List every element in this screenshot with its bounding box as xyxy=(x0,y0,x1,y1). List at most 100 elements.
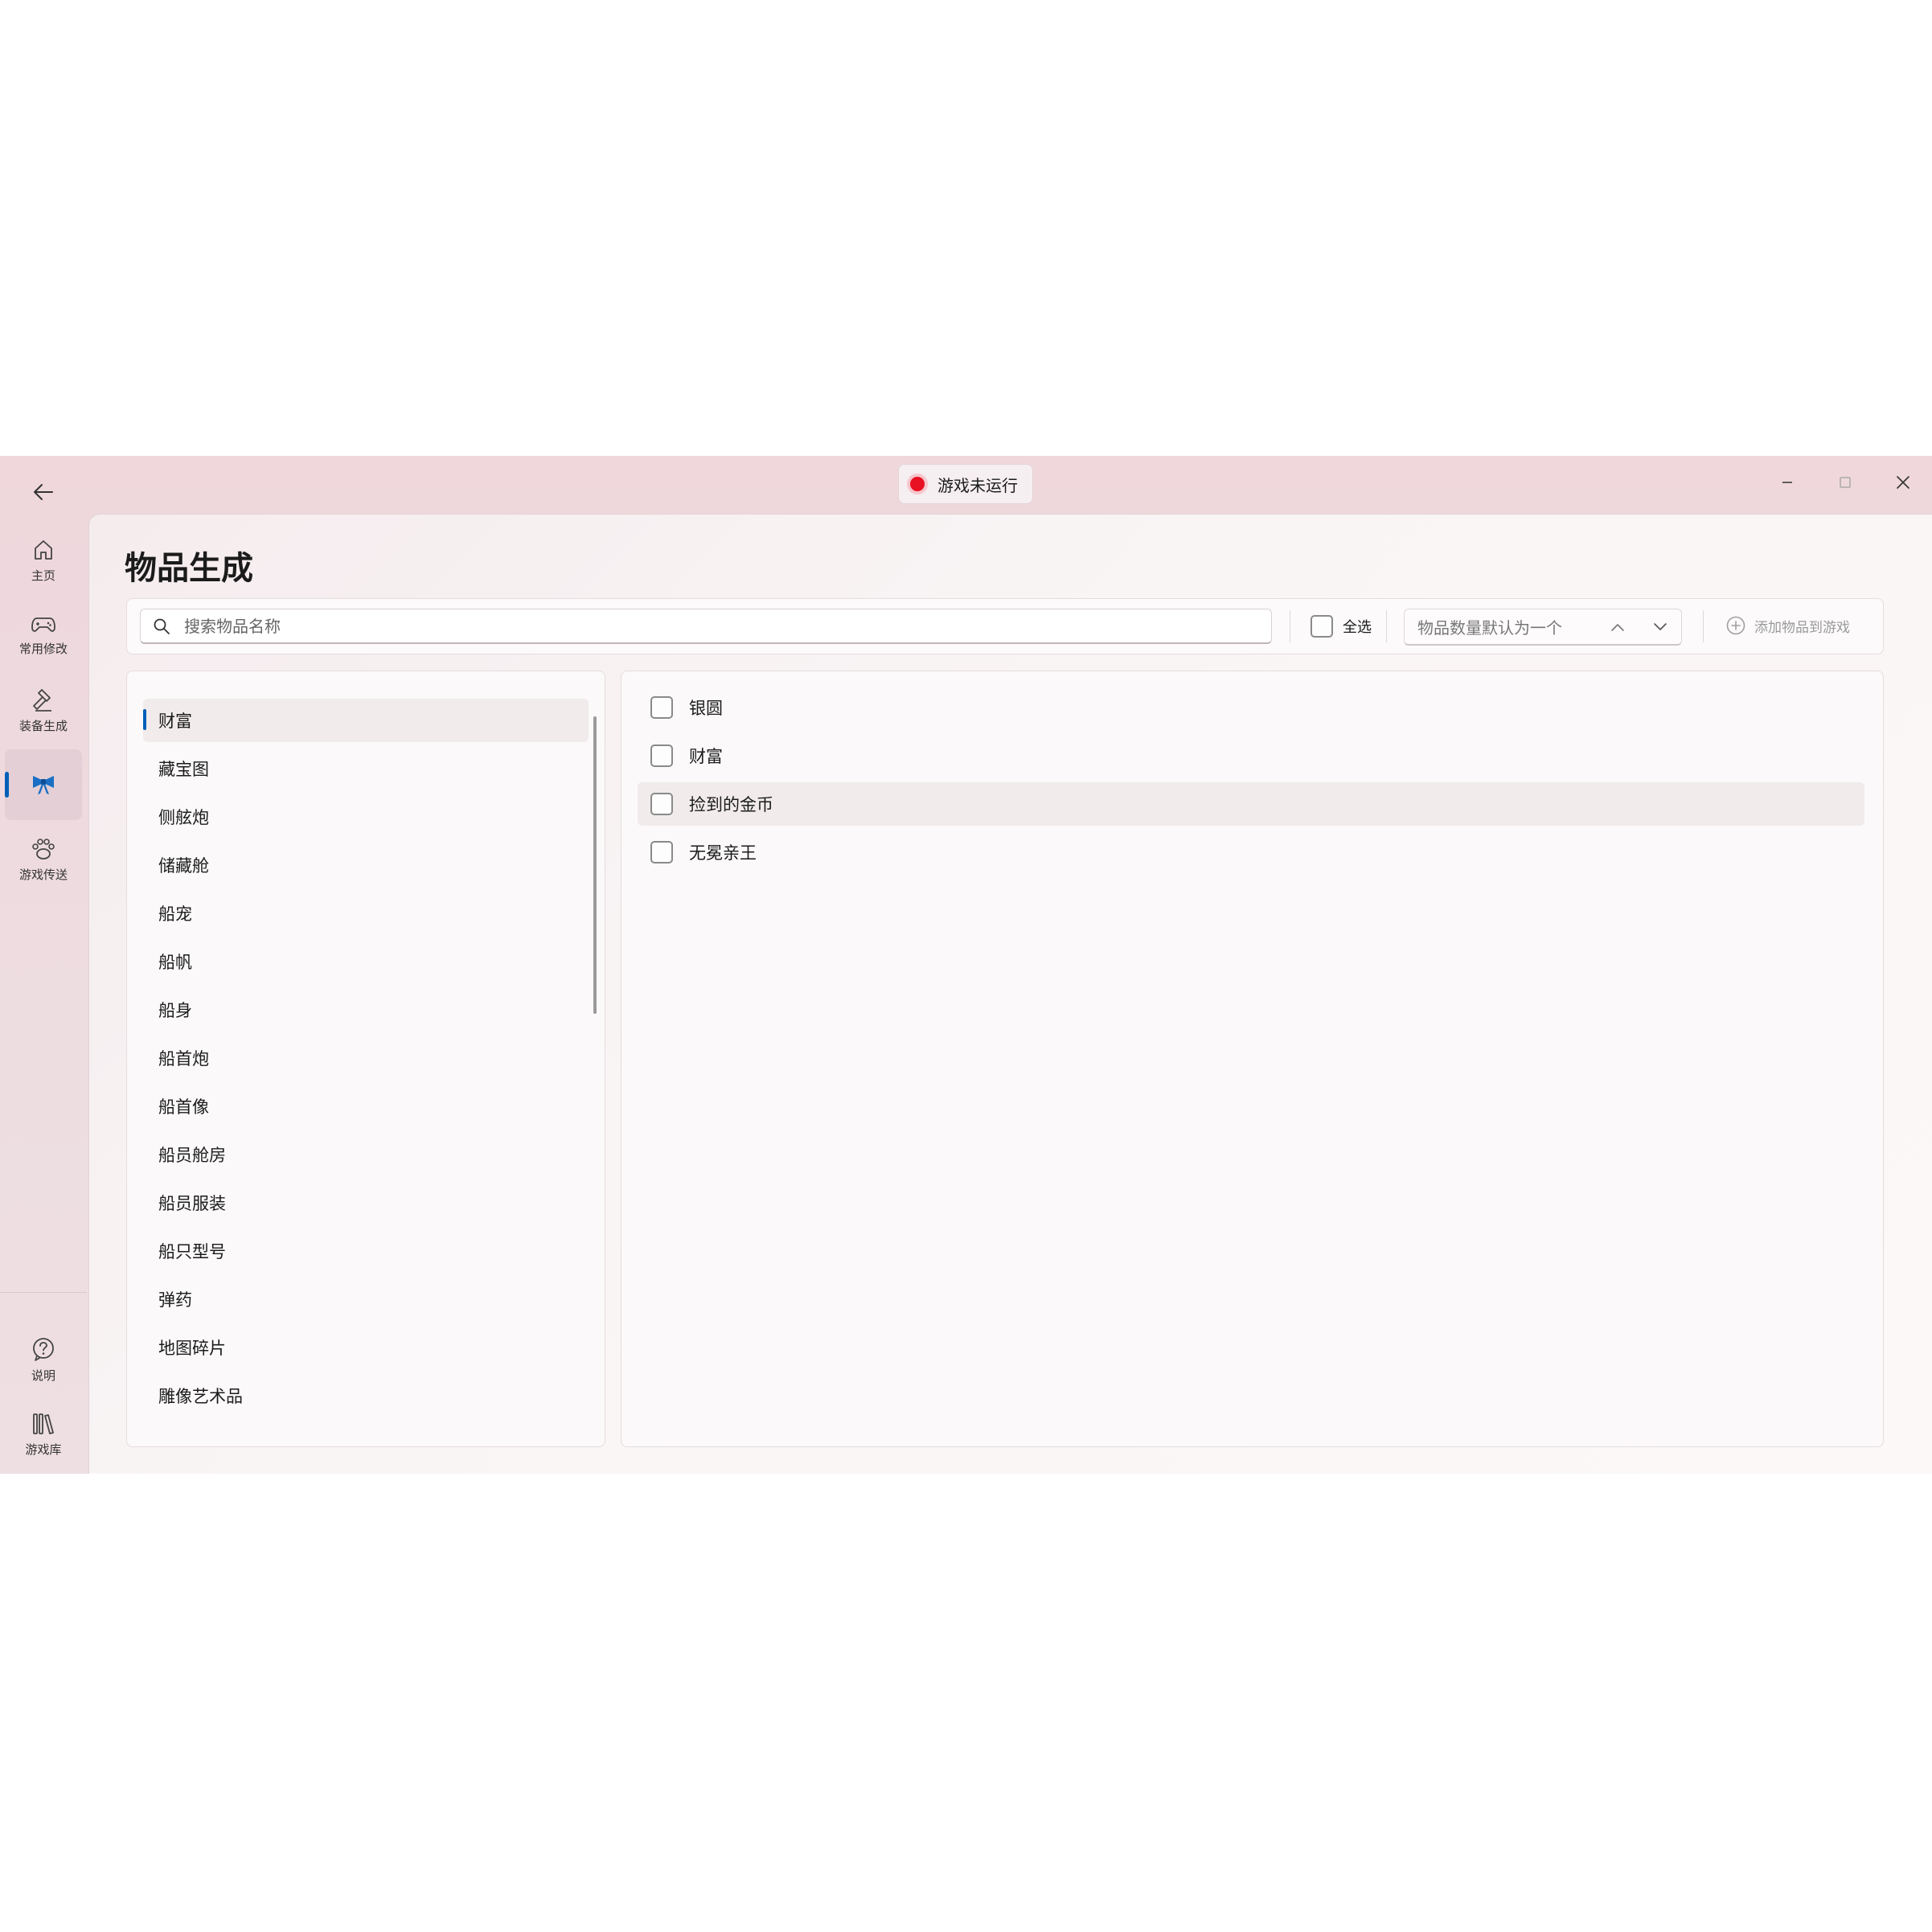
nav-label: 主页 xyxy=(31,568,55,583)
category-item[interactable]: 船首像 xyxy=(143,1085,589,1128)
category-label: 船员舱房 xyxy=(158,1146,226,1165)
add-circle-icon xyxy=(1726,616,1745,635)
title-bar: 游戏未运行 xyxy=(0,456,1932,514)
home-icon xyxy=(35,539,52,560)
game-status-text: 游戏未运行 xyxy=(937,475,1018,495)
nav-label: 装备生成 xyxy=(18,718,68,733)
chevron-up-icon xyxy=(1611,623,1625,631)
game-status-indicator: 游戏未运行 xyxy=(898,464,1033,504)
nav-item-teleport[interactable]: 游戏传送 xyxy=(5,824,82,895)
item-label: 捡到的金币 xyxy=(689,795,773,814)
nav-label: 常用修改 xyxy=(18,641,68,656)
item-row[interactable]: 银圆 xyxy=(638,686,1864,729)
active-indicator xyxy=(5,772,9,798)
category-item[interactable]: 藏宝图 xyxy=(143,747,589,790)
item-row[interactable]: 无冕亲王 xyxy=(638,831,1864,874)
category-item[interactable]: 船身 xyxy=(143,988,589,1032)
search-icon xyxy=(154,618,170,634)
sidebar-divider xyxy=(0,1292,87,1293)
nav-item-home[interactable]: 主页 xyxy=(5,525,82,596)
item-label: 财富 xyxy=(689,747,723,766)
category-item[interactable]: 侧舷炮 xyxy=(143,795,589,839)
item-row[interactable]: 捡到的金币 xyxy=(638,782,1864,826)
minimize-button[interactable] xyxy=(1758,462,1816,502)
item-checkbox[interactable] xyxy=(650,744,673,767)
nav-sidebar: 主页 常用修改 装备生成 游戏传送 说明 游戏库 xyxy=(0,514,87,1474)
add-to-game-button[interactable]: 添加物品到游戏 xyxy=(1725,615,1850,636)
maximize-button[interactable] xyxy=(1816,462,1874,502)
nav-label: 说明 xyxy=(31,1368,55,1383)
toolbar: 全选 物品数量默认为一个 xyxy=(126,598,1884,654)
close-button[interactable] xyxy=(1874,462,1932,502)
nav-item-library[interactable]: 游戏库 xyxy=(5,1399,82,1470)
nav-label: 游戏库 xyxy=(25,1442,62,1457)
toolbar-divider xyxy=(1703,610,1704,642)
app-window: 游戏未运行 主页 常用修改 装备生成 游戏传送 说明 游戏库 物品生成 搜索物品… xyxy=(0,456,1932,1474)
paw-icon xyxy=(32,838,55,859)
hammer-icon xyxy=(33,688,51,712)
category-item[interactable]: 弹药 xyxy=(143,1278,589,1321)
category-label: 财富 xyxy=(158,712,192,731)
category-label: 船帆 xyxy=(158,953,192,972)
category-label: 船身 xyxy=(158,1001,192,1020)
increment-button[interactable] xyxy=(1597,611,1639,643)
select-all-label: 全选 xyxy=(1343,619,1372,636)
category-label: 雕像艺术品 xyxy=(158,1387,243,1406)
category-item[interactable]: 储藏舱 xyxy=(143,843,589,887)
search-input[interactable] xyxy=(183,615,1231,637)
nav-label: 游戏传送 xyxy=(18,867,68,882)
category-item[interactable]: 地图碎片 xyxy=(143,1326,589,1369)
quantity-stepper[interactable]: 物品数量默认为一个 xyxy=(1404,609,1682,646)
category-item[interactable]: 财富 xyxy=(143,699,589,742)
status-dot-icon xyxy=(910,477,925,491)
category-label: 储藏舱 xyxy=(158,856,209,876)
quantity-placeholder: 物品数量默认为一个 xyxy=(1417,618,1562,638)
minimize-icon xyxy=(1782,482,1792,483)
add-to-game-label: 添加物品到游戏 xyxy=(1754,619,1850,636)
selected-indicator xyxy=(143,709,146,730)
maximize-icon xyxy=(1840,477,1851,488)
item-row[interactable]: 财富 xyxy=(638,734,1864,777)
library-icon xyxy=(33,1413,54,1434)
close-icon xyxy=(1897,476,1909,489)
nav-item-common-mods[interactable]: 常用修改 xyxy=(5,600,82,671)
item-checkbox[interactable] xyxy=(650,793,673,815)
item-list: 银圆 财富 捡到的金币 无冕亲王 xyxy=(621,671,1884,1447)
search-box[interactable] xyxy=(140,609,1272,644)
category-item[interactable]: 雕像艺术品 xyxy=(143,1374,589,1417)
category-label: 弹药 xyxy=(158,1290,192,1310)
chevron-down-icon xyxy=(1653,622,1667,630)
category-item[interactable]: 船首炮 xyxy=(143,1036,589,1080)
arrow-left-icon xyxy=(34,484,53,500)
category-scrollbar[interactable] xyxy=(593,716,597,1014)
item-label: 银圆 xyxy=(689,699,723,718)
category-label: 地图碎片 xyxy=(158,1339,226,1358)
category-list: 财富 藏宝图 侧舷炮 储藏舱 船宠 船帆 船身 船首炮 船首像 船员舱房 船员服… xyxy=(126,671,605,1447)
item-checkbox[interactable] xyxy=(650,841,673,863)
nav-item-item-gen[interactable] xyxy=(5,749,82,820)
gamepad-icon xyxy=(31,617,55,632)
category-item[interactable]: 船员服装 xyxy=(143,1181,589,1224)
back-button[interactable] xyxy=(19,472,68,512)
category-item[interactable]: 船只型号 xyxy=(143,1229,589,1273)
category-label: 船首炮 xyxy=(158,1049,209,1069)
help-icon xyxy=(33,1337,54,1361)
page-title: 物品生成 xyxy=(125,550,253,587)
category-label: 藏宝图 xyxy=(158,760,209,779)
decrement-button[interactable] xyxy=(1639,611,1681,643)
category-label: 船员服装 xyxy=(158,1194,226,1213)
checkbox-box[interactable] xyxy=(1311,615,1333,638)
category-item[interactable]: 船帆 xyxy=(143,940,589,983)
category-label: 船首像 xyxy=(158,1097,209,1117)
item-checkbox[interactable] xyxy=(650,696,673,719)
toolbar-divider xyxy=(1386,610,1387,642)
category-item[interactable]: 船宠 xyxy=(143,892,589,935)
select-all-checkbox[interactable]: 全选 xyxy=(1311,615,1372,638)
category-label: 船宠 xyxy=(158,904,192,924)
item-label: 无冕亲王 xyxy=(689,843,757,863)
category-item[interactable]: 船员舱房 xyxy=(143,1133,589,1176)
nav-item-equipment-gen[interactable]: 装备生成 xyxy=(5,675,82,745)
main-content: 物品生成 全选 物品数量默认为一个 xyxy=(88,514,1932,1474)
gift-bow-icon xyxy=(33,776,54,794)
nav-item-help[interactable]: 说明 xyxy=(5,1324,82,1395)
